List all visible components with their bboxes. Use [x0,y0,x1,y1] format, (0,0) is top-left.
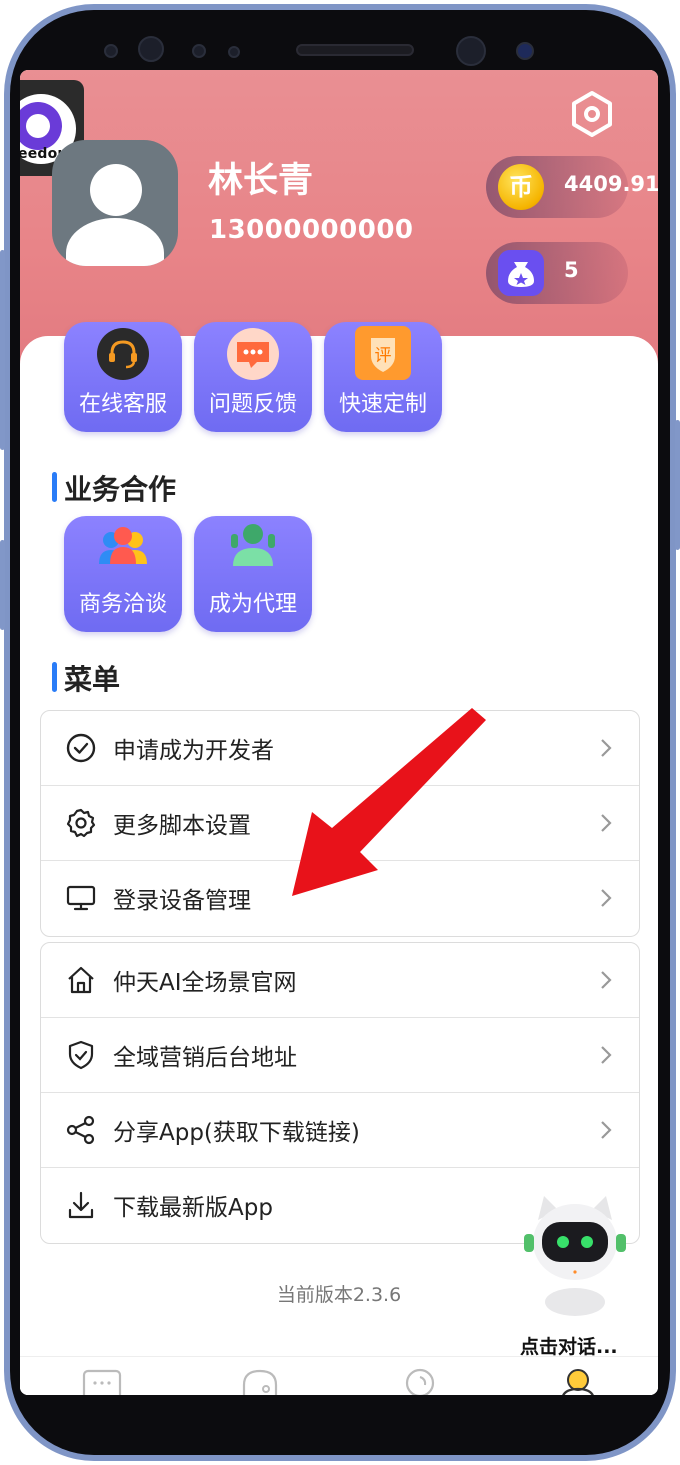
menu-item-label: 更多脚本设置 [113,813,251,839]
menu-item-share-app[interactable]: 分享App(获取下载链接) [41,1093,639,1168]
monitor-icon [66,885,96,911]
tile-label: 问题反馈 [208,392,297,417]
gear-icon [66,808,96,838]
front-camera [456,36,486,66]
chevron-right-icon [601,971,612,989]
bag-balance[interactable]: 5 [486,242,628,304]
section-title-menu: 菜单 [52,658,120,698]
menu-group-account: 申请成为开发者 更多脚本设置 登录设备管理 [40,710,640,937]
coin-value: 4409.91 [564,172,658,196]
avatar-head [90,164,142,216]
sensor-dot [104,44,118,58]
tile-feedback[interactable]: 问题反馈 [194,322,312,432]
chevron-right-icon [601,814,612,832]
user-name: 林长青 [208,161,314,201]
avatar-body [66,218,164,266]
bottom-tab-bar [20,1356,658,1395]
menu-item-label: 登录设备管理 [113,888,251,914]
chat-bubble-icon [227,328,279,380]
menu-item-label: 申请成为开发者 [113,738,274,764]
chevron-right-icon [601,739,612,757]
menu-item-label: 下载最新版App [113,1195,273,1221]
menu-item-label: 仲天AI全场景官网 [113,970,297,996]
share-icon [66,1115,95,1145]
app-screen: eedom 林长青 13000000000 币 4409.91 5 在线客服 问… [20,70,658,1395]
menu-item-device-management[interactable]: 登录设备管理 [41,861,639,936]
chevron-right-icon [601,1121,612,1139]
message-icon[interactable] [80,1367,124,1395]
iris-sensor [516,42,534,60]
people-group-icon [99,527,147,564]
home-icon [68,966,94,994]
power-button [675,420,680,550]
section-title-business: 业务合作 [52,468,176,508]
tile-quick-custom[interactable]: 评 快速定制 [324,322,442,432]
assistant-label[interactable]: 点击对话... [520,1332,618,1359]
check-circle-icon [66,733,96,763]
money-bag-icon [498,250,544,296]
chevron-right-icon [601,1046,612,1064]
sensor-dot [228,46,240,58]
tile-business-talk[interactable]: 商务洽谈 [64,516,182,632]
bag-value: 5 [564,258,579,282]
settings-hexagon-icon[interactable] [568,90,616,138]
phone-frame: eedom 林长青 13000000000 币 4409.91 5 在线客服 问… [0,0,680,1465]
sensor-dot [192,44,206,58]
download-icon [68,1191,94,1219]
profile-icon[interactable] [556,1367,600,1395]
menu-item-official-site[interactable]: 仲天AI全场景官网 [41,943,639,1018]
tile-label: 在线客服 [78,392,167,417]
tile-label: 快速定制 [338,392,427,417]
tile-label: 成为代理 [208,592,297,617]
tile-become-agent[interactable]: 成为代理 [194,516,312,632]
menu-item-marketing-admin[interactable]: 全域营销后台地址 [41,1018,639,1093]
ghost-icon[interactable] [238,1367,282,1395]
headset-icon [97,328,149,380]
bulb-icon[interactable] [398,1367,442,1395]
tile-online-service[interactable]: 在线客服 [64,322,182,432]
coin-icon: 币 [498,164,544,210]
agent-icon [231,524,275,566]
menu-item-script-settings[interactable]: 更多脚本设置 [41,786,639,861]
tile-label: 商务洽谈 [78,592,167,617]
coin-balance[interactable]: 币 4409.91 [486,156,658,218]
assistant-robot-icon[interactable] [520,1190,630,1320]
badge-text: 评 [375,346,392,366]
menu-item-label: 全域营销后台地址 [113,1045,297,1071]
avatar[interactable] [52,140,178,266]
bixby-button [0,540,5,630]
sensor-dot [138,36,164,62]
earpiece-speaker [296,44,414,56]
user-phone: 13000000000 [209,215,414,245]
chevron-right-icon [601,889,612,907]
review-badge-icon: 评 [355,326,411,380]
menu-item-apply-developer[interactable]: 申请成为开发者 [41,711,639,786]
shield-check-icon [68,1040,94,1070]
menu-item-label: 分享App(获取下载链接) [113,1120,360,1146]
volume-button [0,250,5,450]
